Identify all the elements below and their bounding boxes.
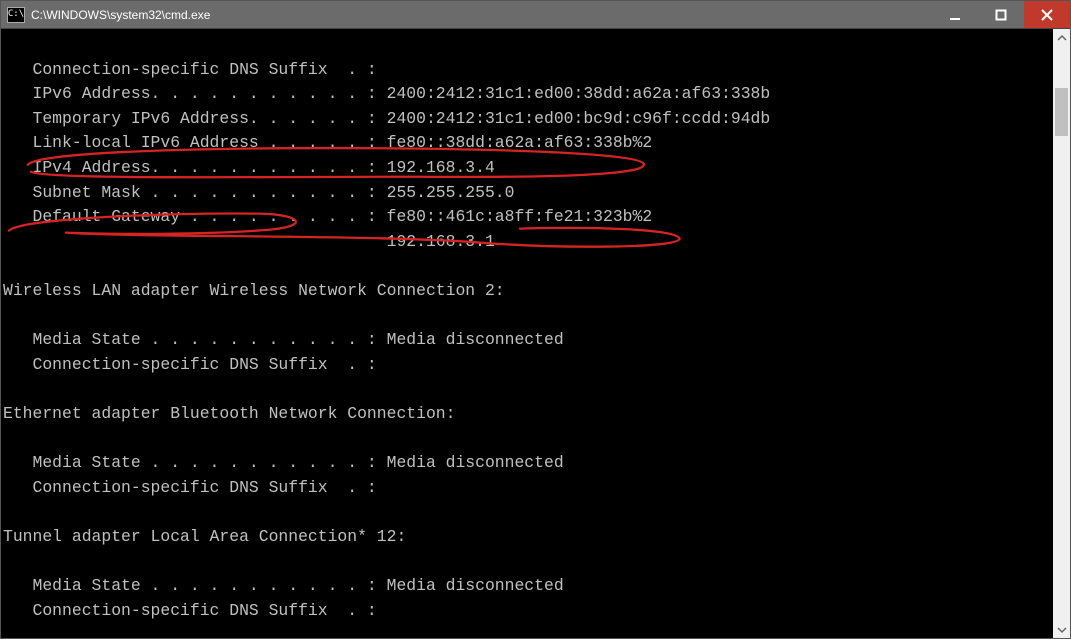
minimize-button[interactable] (932, 1, 978, 28)
scroll-track[interactable] (1053, 46, 1070, 621)
minimize-icon (949, 9, 961, 21)
app-icon-label: C:\ (8, 10, 24, 19)
vertical-scrollbar[interactable] (1053, 29, 1070, 638)
maximize-button[interactable] (978, 1, 1024, 28)
scroll-up-button[interactable] (1053, 29, 1070, 46)
app-icon: C:\ (7, 7, 25, 23)
client-area: Connection-specific DNS Suffix . : IPv6 … (1, 29, 1070, 638)
close-button[interactable] (1024, 1, 1070, 28)
window-controls (932, 1, 1070, 28)
cmd-window: C:\ C:\WINDOWS\system32\cmd.exe Connecti… (0, 0, 1071, 639)
scroll-down-button[interactable] (1053, 621, 1070, 638)
maximize-icon (995, 9, 1007, 21)
scroll-thumb[interactable] (1055, 88, 1068, 136)
chevron-down-icon (1057, 625, 1067, 635)
chevron-up-icon (1057, 33, 1067, 43)
titlebar[interactable]: C:\ C:\WINDOWS\system32\cmd.exe (1, 1, 1070, 29)
close-icon (1041, 9, 1053, 21)
window-title: C:\WINDOWS\system32\cmd.exe (31, 8, 932, 22)
console-output[interactable]: Connection-specific DNS Suffix . : IPv6 … (1, 29, 1053, 638)
